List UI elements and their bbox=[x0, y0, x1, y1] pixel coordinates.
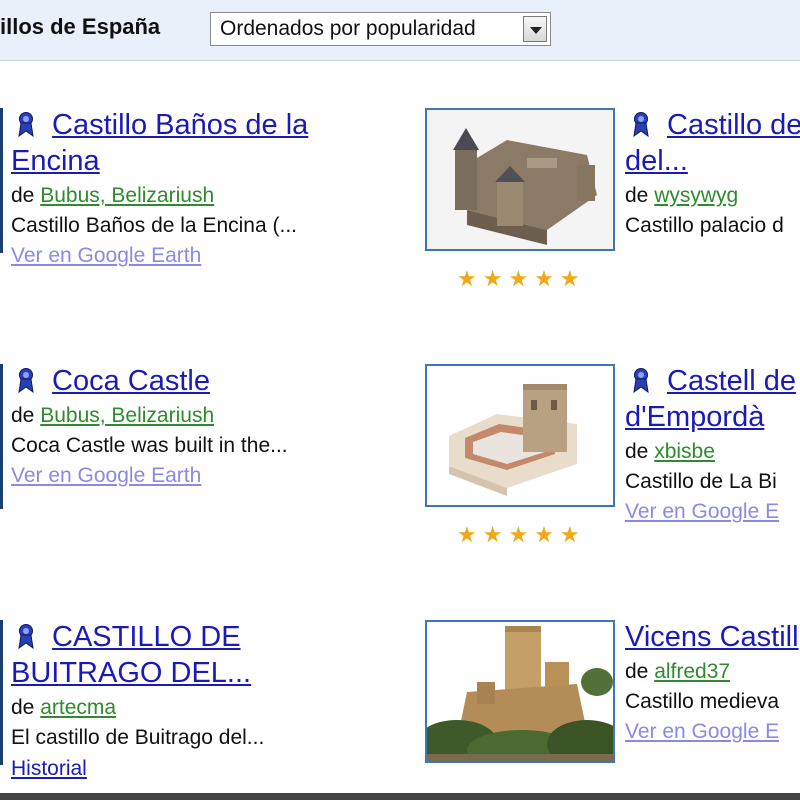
view-in-google-earth-link[interactable]: Ver en Google E bbox=[625, 720, 779, 744]
author-link[interactable]: artecma bbox=[40, 696, 116, 719]
view-in-google-earth-link[interactable]: Ver en Google Earth bbox=[11, 464, 201, 488]
result-description: El castillo de Buitrago del... bbox=[11, 726, 265, 749]
result-description: Castillo medieva bbox=[625, 690, 780, 713]
result-byline: de xbisbe bbox=[625, 440, 715, 463]
result-title-link[interactable]: Coca Castle bbox=[52, 363, 210, 399]
award-ribbon-icon bbox=[18, 112, 34, 137]
author-link[interactable]: alfred37 bbox=[654, 660, 730, 683]
result-description: Castillo palacio d bbox=[625, 214, 784, 237]
result-byline: de alfred37 bbox=[625, 660, 731, 683]
model-thumbnail[interactable] bbox=[425, 364, 615, 507]
result-title-link[interactable]: Vicens Castill bbox=[625, 619, 799, 655]
award-ribbon-icon bbox=[633, 112, 649, 137]
result-byline: de Bubus, Belizariush bbox=[11, 404, 215, 427]
sort-select-value: Ordenados por popularidad bbox=[220, 17, 476, 40]
view-in-google-earth-link[interactable]: Ver en Google E bbox=[625, 500, 779, 524]
model-thumbnail[interactable] bbox=[425, 620, 615, 763]
result-title-link[interactable]: CASTILLO DE bbox=[52, 619, 241, 655]
result-byline: de Bubus, Belizariush bbox=[11, 184, 215, 207]
result-title-link[interactable]: Castillo Baños de la bbox=[52, 107, 308, 143]
result-description: Castillo de La Bi bbox=[625, 470, 777, 493]
collection-title: illos de España bbox=[0, 14, 161, 39]
thumbnail-edge[interactable] bbox=[0, 108, 3, 253]
model-thumbnail[interactable] bbox=[425, 108, 615, 251]
castle-thumbnail-image bbox=[427, 622, 613, 761]
result-title-link[interactable]: del... bbox=[625, 143, 688, 179]
rating-stars: ★★★★★ bbox=[457, 266, 586, 291]
author-link[interactable]: Bubus, Belizariush bbox=[40, 184, 214, 207]
author-link[interactable]: xbisbe bbox=[654, 440, 715, 463]
result-description: Castillo Baños de la Encina (... bbox=[11, 214, 297, 237]
sort-select[interactable]: Ordenados por popularidad bbox=[210, 12, 551, 46]
result-byline: de artecma bbox=[11, 696, 117, 719]
award-ribbon-icon bbox=[633, 368, 649, 393]
award-ribbon-icon bbox=[18, 624, 34, 649]
result-title-link[interactable]: BUITRAGO DEL... bbox=[11, 655, 251, 691]
rating-stars: ★★★★★ bbox=[457, 522, 586, 547]
castle-thumbnail-image bbox=[427, 110, 613, 249]
thumbnail-edge[interactable] bbox=[0, 364, 3, 509]
bottom-border bbox=[0, 793, 800, 800]
result-byline: de wysywyg bbox=[625, 184, 739, 207]
result-description: Coca Castle was built in the... bbox=[11, 434, 288, 457]
history-link[interactable]: Historial bbox=[11, 756, 87, 782]
chevron-down-icon[interactable] bbox=[523, 16, 547, 42]
castle-thumbnail-image bbox=[427, 366, 613, 505]
result-title-link[interactable]: Castell de bbox=[667, 363, 796, 399]
result-title-link[interactable]: Encina bbox=[11, 143, 100, 179]
result-title-link[interactable]: Castillo de bbox=[667, 107, 800, 143]
top-bar: illos de España Ordenados por popularida… bbox=[0, 0, 800, 61]
view-in-google-earth-link[interactable]: Ver en Google Earth bbox=[11, 244, 201, 268]
author-link[interactable]: wysywyg bbox=[654, 184, 738, 207]
award-ribbon-icon bbox=[18, 368, 34, 393]
author-link[interactable]: Bubus, Belizariush bbox=[40, 404, 214, 427]
thumbnail-edge[interactable] bbox=[0, 620, 3, 765]
result-title-link[interactable]: d'Empordà bbox=[625, 399, 764, 435]
